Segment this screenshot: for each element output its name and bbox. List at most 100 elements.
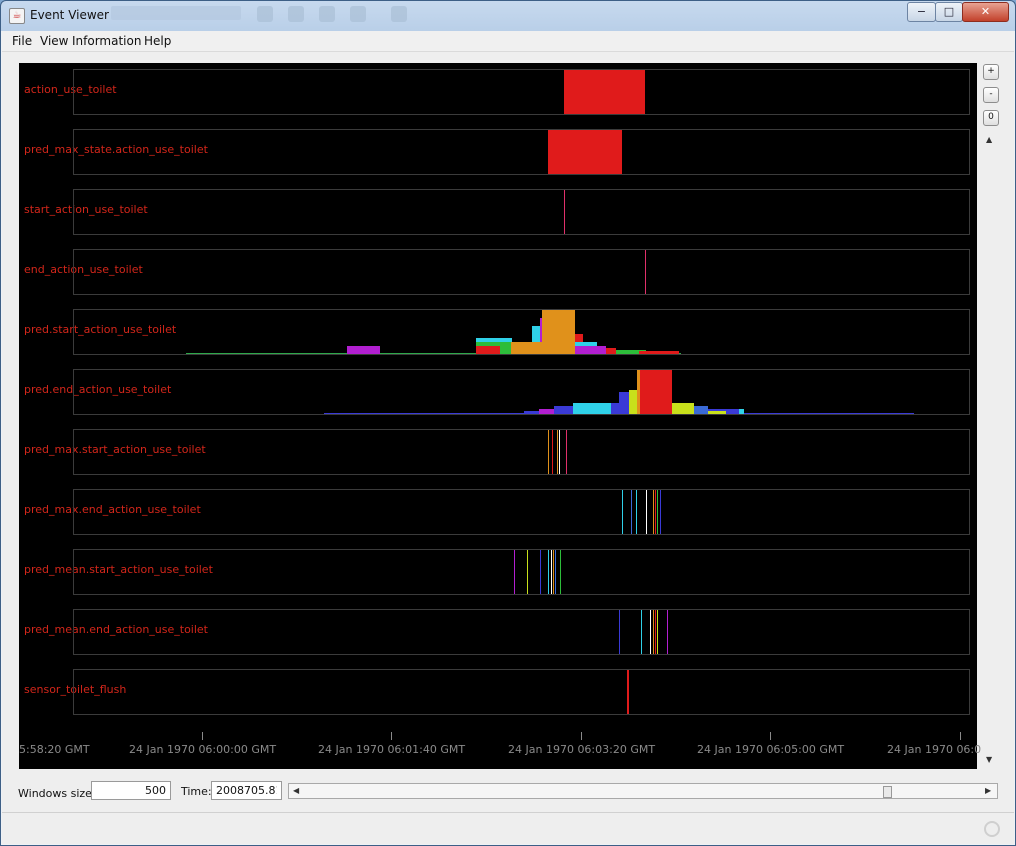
- histogram-bar: [708, 411, 726, 414]
- time-input[interactable]: [211, 781, 282, 800]
- close-button[interactable]: ✕: [962, 2, 1009, 22]
- window-title: Event Viewer: [30, 8, 109, 22]
- histogram-bar: [640, 370, 672, 414]
- event-spike: [655, 610, 656, 654]
- histogram-bar: [694, 406, 708, 414]
- menu-file[interactable]: File: [12, 34, 32, 48]
- time-axis-label: 24 Jan 1970 06:0: [887, 743, 982, 756]
- event-spike: [560, 550, 561, 594]
- time-axis-label: 24 Jan 1970 06:01:40 GMT: [318, 743, 466, 756]
- event-spike: [548, 430, 549, 474]
- menu-help[interactable]: Help: [144, 34, 171, 48]
- time-axis-label: 24 Jan 1970 06:03:20 GMT: [508, 743, 656, 756]
- time-scrollbar[interactable]: ◀ ▶: [288, 783, 998, 799]
- event-bar: [564, 70, 645, 114]
- java-app-icon: ☕: [9, 8, 25, 24]
- event-spike: [555, 550, 556, 594]
- axis-tick: [581, 732, 582, 740]
- event-spike: [657, 490, 658, 534]
- histogram-bar: [739, 409, 744, 414]
- event-spike: [631, 490, 632, 534]
- menu-bar: File View Information Help: [2, 31, 1014, 52]
- event-spike: [622, 490, 623, 534]
- time-axis-label: 24 Jan 1970 06:05:00 GMT: [697, 743, 845, 756]
- event-spike: [660, 490, 661, 534]
- event-spike: [653, 610, 654, 654]
- event-spike: [540, 550, 541, 594]
- timeline-row: [73, 549, 970, 595]
- event-spike: [553, 550, 554, 594]
- main-content: action_use_toilet pred_max_state.action_…: [2, 52, 1014, 844]
- time-label: Time:: [181, 785, 212, 798]
- maximize-button[interactable]: □: [935, 2, 963, 22]
- background-window-ghost: [111, 6, 241, 20]
- time-axis-label: 5:58:20 GMT: [19, 743, 90, 756]
- event-spike: [564, 190, 565, 234]
- scroll-right-arrow-icon[interactable]: ▶: [985, 786, 991, 795]
- timeline-row: [73, 249, 970, 295]
- event-spike: [655, 490, 656, 534]
- event-spike: [627, 670, 629, 714]
- axis-tick: [960, 732, 961, 740]
- histogram-bar: [575, 346, 606, 354]
- timeline-row: [73, 69, 970, 115]
- timeline-row: [73, 489, 970, 535]
- time-axis-label: 24 Jan 1970 06:00:00 GMT: [129, 743, 277, 756]
- event-spike: [566, 430, 567, 474]
- event-spike: [646, 490, 647, 534]
- ghost-icon: [319, 6, 335, 22]
- menu-information[interactable]: Information: [72, 34, 141, 48]
- histogram-bar: [542, 310, 575, 354]
- zoom-reset-button[interactable]: 0: [983, 110, 999, 126]
- event-spike: [527, 550, 528, 594]
- histogram-bar: [619, 392, 629, 414]
- vertical-scrollbar[interactable]: ▲ ▼: [983, 135, 996, 771]
- histogram-bar: [573, 403, 611, 414]
- histogram-bar: [639, 351, 679, 354]
- histogram-bar: [347, 346, 380, 354]
- timeline-row: [73, 429, 970, 475]
- ghost-icon: [350, 6, 366, 22]
- scroll-left-arrow-icon[interactable]: ◀: [293, 786, 299, 795]
- event-spike: [641, 610, 642, 654]
- event-spike: [653, 490, 654, 534]
- ghost-icon: [257, 6, 273, 22]
- event-bar: [548, 130, 622, 174]
- zoom-out-button[interactable]: -: [983, 87, 999, 103]
- histogram-bar: [554, 406, 574, 414]
- window-size-label: Windows size:: [18, 787, 96, 800]
- ghost-icon: [391, 6, 407, 22]
- axis-tick: [202, 732, 203, 740]
- event-spike: [645, 250, 646, 294]
- time-scrollbar-thumb[interactable]: [883, 786, 892, 798]
- ghost-icon: [288, 6, 304, 22]
- axis-tick: [770, 732, 771, 740]
- event-spike: [636, 490, 637, 534]
- busy-indicator-icon: [984, 821, 1000, 837]
- timeline-row: [73, 189, 970, 235]
- event-spike: [657, 610, 658, 654]
- histogram-bar: [606, 348, 616, 354]
- zoom-in-button[interactable]: +: [983, 64, 999, 80]
- timeline-row: [73, 309, 970, 355]
- event-spike: [548, 550, 549, 594]
- event-spike: [619, 610, 620, 654]
- histogram-bar: [672, 403, 694, 414]
- timeline-row: [73, 369, 970, 415]
- histogram-bar: [476, 346, 500, 354]
- minimize-button[interactable]: −: [907, 2, 936, 22]
- event-spike: [514, 550, 515, 594]
- histogram-bar: [539, 409, 555, 414]
- event-spike: [557, 430, 558, 474]
- scroll-up-arrow-icon[interactable]: ▲: [986, 135, 992, 144]
- title-bar: ☕ Event Viewer − □ ✕: [1, 1, 1015, 31]
- timeline-row: [73, 609, 970, 655]
- event-timeline-plot[interactable]: action_use_toilet pred_max_state.action_…: [19, 63, 981, 769]
- timeline-row: [73, 669, 970, 715]
- menu-view[interactable]: View: [40, 34, 68, 48]
- axis-tick: [391, 732, 392, 740]
- timeline-row: [73, 129, 970, 175]
- event-spike: [650, 610, 651, 654]
- window-size-input[interactable]: [91, 781, 171, 800]
- scroll-down-arrow-icon[interactable]: ▼: [986, 755, 992, 764]
